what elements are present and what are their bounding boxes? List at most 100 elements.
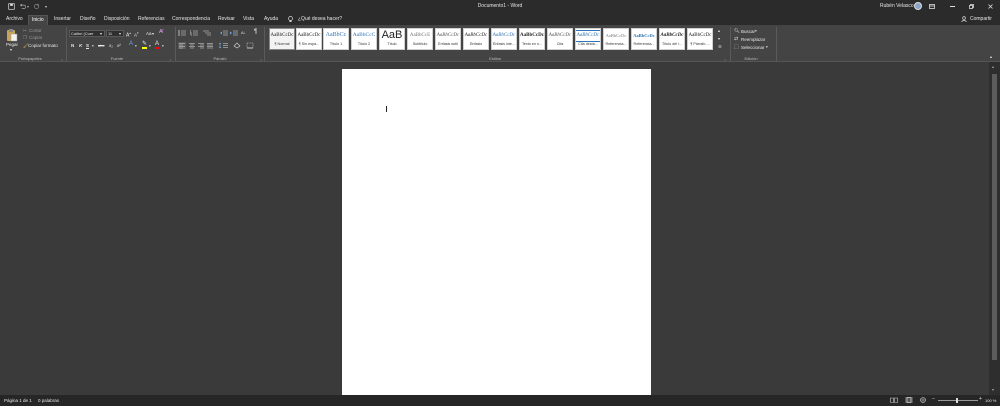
highlight-dropdown-icon[interactable]: ▾: [149, 44, 151, 49]
find-button[interactable]: Buscar: [741, 29, 755, 34]
select-icon[interactable]: ⬚: [734, 45, 739, 50]
italic-button[interactable]: K: [79, 43, 82, 48]
tab-insertar[interactable]: Insertar: [51, 15, 74, 25]
style-cita-destacada[interactable]: AaBbCcDc Cita desta...: [575, 28, 601, 50]
font-name-dropdown-icon[interactable]: ▾: [100, 31, 102, 36]
web-layout-icon[interactable]: [919, 397, 927, 403]
zoom-slider[interactable]: [938, 400, 978, 401]
shading-icon[interactable]: [233, 42, 241, 49]
align-left-icon[interactable]: [178, 42, 186, 49]
replace-button[interactable]: Reemplazar: [741, 37, 765, 42]
search-icon[interactable]: 🔍︎: [734, 28, 740, 33]
grow-font-icon[interactable]: A▴: [126, 31, 131, 39]
clear-formatting-icon[interactable]: A̸: [159, 29, 163, 35]
word-count[interactable]: 0 palabras: [38, 398, 59, 403]
paste-dropdown-icon[interactable]: ▾: [10, 47, 12, 52]
sort-icon[interactable]: A↓: [241, 30, 246, 35]
zoom-level[interactable]: 100 %: [985, 398, 996, 403]
replace-icon[interactable]: ⇄: [734, 37, 738, 42]
shrink-font-icon[interactable]: A▾: [134, 31, 139, 38]
style-cita[interactable]: AaBbCcDc Cita: [547, 28, 573, 50]
bullets-icon[interactable]: [178, 30, 186, 36]
styles-launcher-icon[interactable]: ⌟: [724, 56, 726, 61]
decrease-indent-icon[interactable]: [220, 30, 228, 36]
zoom-slider-thumb[interactable]: [956, 398, 958, 403]
zoom-out-icon[interactable]: −: [932, 397, 935, 402]
numbering-icon[interactable]: [190, 30, 198, 36]
style-enfasis-intenso[interactable]: AaBbCcDc Énfasis inte...: [491, 28, 517, 50]
style-normal[interactable]: AaBbCcDc ¶ Normal: [269, 28, 295, 50]
find-dropdown-icon[interactable]: ▾: [755, 29, 757, 34]
lightbulb-icon[interactable]: [288, 16, 293, 23]
line-spacing-icon[interactable]: [219, 42, 228, 49]
page-count[interactable]: Página 1 de 1: [4, 398, 32, 403]
style-sin-espaciado[interactable]: AaBbCcDc ¶ Sin espa...: [296, 28, 322, 50]
user-name[interactable]: Rubén Velasco: [880, 4, 914, 9]
collapse-ribbon-icon[interactable]: ▴: [990, 54, 992, 59]
tab-referencias[interactable]: Referencias: [135, 15, 168, 25]
increase-indent-icon[interactable]: [230, 30, 238, 36]
style-enfasis-sutil[interactable]: AaBbCcDc Énfasis sutil: [435, 28, 461, 50]
multilevel-list-icon[interactable]: [203, 30, 211, 36]
paste-icon[interactable]: [6, 28, 18, 42]
select-button[interactable]: Seleccionar: [741, 45, 765, 50]
tab-diseno[interactable]: Diseño: [77, 15, 99, 25]
format-painter-button[interactable]: Copiar formato: [28, 43, 58, 48]
ribbon-display-options-icon[interactable]: [929, 4, 935, 9]
tab-correspondencia[interactable]: Correspondencia: [169, 15, 213, 25]
avatar[interactable]: [914, 2, 922, 10]
scrollbar-thumb[interactable]: [992, 74, 997, 360]
font-size-dropdown-icon[interactable]: ▾: [119, 31, 121, 36]
style-subtitulo[interactable]: AaBbCcE Subtítulo: [407, 28, 433, 50]
bold-button[interactable]: N: [71, 43, 74, 48]
style-referencia-sutil[interactable]: AaBbCcDc Referencia...: [603, 28, 629, 50]
zoom-in-icon[interactable]: +: [979, 397, 982, 402]
style-titulo[interactable]: AaB Título: [379, 28, 405, 50]
strikethrough-button[interactable]: abc: [98, 43, 104, 48]
tab-disposicion[interactable]: Disposición: [101, 15, 133, 25]
style-texto-negrita[interactable]: AaBbCcDc Texto en n...: [519, 28, 545, 50]
superscript-button[interactable]: x²: [117, 43, 121, 48]
align-center-icon[interactable]: [188, 42, 196, 49]
change-case-button[interactable]: Aa: [146, 31, 152, 36]
tab-revisar[interactable]: Revisar: [215, 15, 238, 25]
document-page[interactable]: [342, 69, 651, 399]
style-titulo-1[interactable]: AaBbCc Título 1: [323, 28, 349, 50]
highlight-icon[interactable]: ✎: [142, 41, 148, 49]
tab-archivo[interactable]: Archivo: [3, 15, 26, 25]
tab-inicio[interactable]: Inicio: [28, 15, 48, 25]
change-case-dropdown-icon[interactable]: ▾: [152, 31, 154, 36]
style-parrafo-lista[interactable]: AaBbCcDc ¶ Párrafo ...: [687, 28, 713, 50]
paragraph-launcher-icon[interactable]: ⌟: [260, 56, 262, 61]
scroll-down-icon[interactable]: ▾: [992, 387, 994, 392]
font-color-dropdown-icon[interactable]: ▾: [162, 44, 164, 49]
tell-me-search[interactable]: ¿Qué desea hacer?: [295, 15, 345, 25]
tab-ayuda[interactable]: Ayuda: [261, 15, 281, 25]
justify-icon[interactable]: [206, 42, 214, 49]
style-titulo-2[interactable]: AaBbCcC Título 2: [351, 28, 377, 50]
scroll-up-icon[interactable]: ▴: [992, 64, 994, 69]
minimize-icon[interactable]: [950, 6, 955, 7]
text-effects-icon[interactable]: A: [129, 41, 133, 47]
style-enfasis[interactable]: AaBbCcDc Énfasis: [463, 28, 489, 50]
copy-icon[interactable]: ❐: [23, 35, 27, 40]
underline-dropdown-icon[interactable]: ▾: [92, 44, 94, 49]
styles-more-icon[interactable]: ☰: [718, 44, 722, 49]
borders-icon[interactable]: [246, 42, 254, 49]
print-layout-icon[interactable]: [905, 397, 913, 403]
subscript-button[interactable]: x₂: [109, 43, 113, 48]
style-titulo-libro[interactable]: AaBbCcDc Título del l...: [659, 28, 685, 50]
cut-button[interactable]: Cortar: [29, 28, 42, 33]
tab-vista[interactable]: Vista: [240, 15, 257, 25]
underline-button[interactable]: S: [86, 43, 89, 48]
font-launcher-icon[interactable]: ⌟: [169, 56, 171, 61]
style-referencia-intensa[interactable]: AaBbCcDc Referencia...: [631, 28, 657, 50]
show-marks-button[interactable]: ¶: [254, 29, 257, 35]
copy-button[interactable]: Copiar: [29, 35, 42, 40]
text-effects-dropdown-icon[interactable]: ▾: [135, 44, 137, 49]
vertical-scrollbar[interactable]: ▴ ▾: [989, 62, 1000, 395]
close-icon[interactable]: [988, 4, 993, 9]
font-size-combo[interactable]: 11: [106, 30, 124, 37]
read-mode-icon[interactable]: [890, 397, 898, 403]
styles-scroll-down-icon[interactable]: ▾: [718, 36, 720, 41]
